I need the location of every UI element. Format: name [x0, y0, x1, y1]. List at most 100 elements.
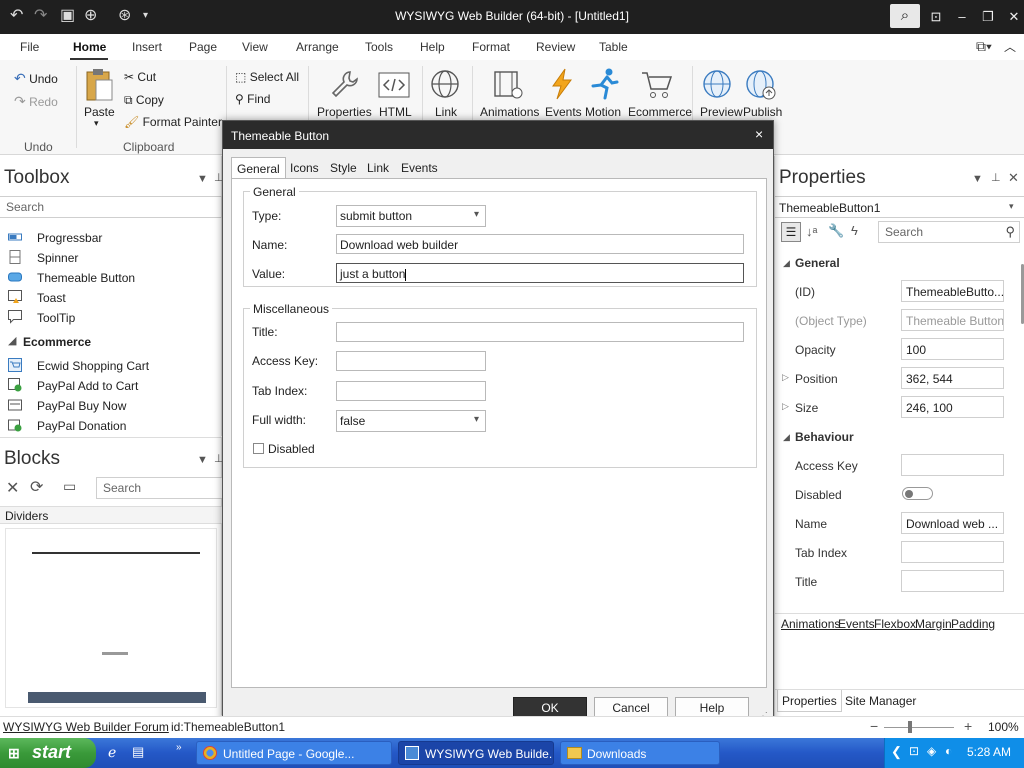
delete-icon[interactable]: ✕: [6, 478, 19, 498]
properties-button[interactable]: Properties: [316, 68, 372, 128]
value-input[interactable]: just a button: [336, 263, 744, 283]
link-button[interactable]: Link: [428, 68, 464, 128]
prop-value-opacity[interactable]: 100: [901, 338, 1004, 360]
wrench-small-icon[interactable]: 🔧: [828, 223, 844, 239]
dialog-tab-icons[interactable]: Icons: [290, 161, 319, 175]
html-button[interactable]: HTML: [376, 68, 412, 128]
full-width-select[interactable]: false: [336, 410, 486, 432]
ie-icon[interactable]: ℯ: [108, 744, 116, 761]
properties-search-input[interactable]: Search ⚲: [878, 221, 1020, 243]
search-icon[interactable]: ⌕: [890, 4, 920, 28]
redo-button[interactable]: ↷ Redo: [14, 93, 58, 110]
blocks-search-input[interactable]: Search: [96, 477, 222, 499]
toolbox-menu-icon[interactable]: ▼: [197, 173, 208, 185]
dialog-tab-style[interactable]: Style: [330, 161, 357, 175]
type-select[interactable]: submit button: [336, 205, 486, 227]
disabled-checkbox-label[interactable]: Disabled: [268, 442, 315, 456]
block-preview[interactable]: [5, 528, 217, 708]
blocks-category-dividers[interactable]: Dividers: [5, 509, 48, 523]
collapse-behaviour-icon[interactable]: ◢: [783, 432, 790, 443]
paste-button[interactable]: Paste ▾: [82, 68, 116, 132]
task-chrome[interactable]: Untitled Page - Google...: [196, 741, 392, 765]
dialog-close-icon[interactable]: ×: [755, 126, 763, 142]
zoom-slider[interactable]: [884, 727, 954, 728]
menu-home[interactable]: Home: [73, 40, 106, 54]
prop-value-access-key[interactable]: [901, 454, 1004, 476]
menu-format[interactable]: Format: [472, 40, 510, 54]
find-button[interactable]: ⚲ Find: [235, 92, 270, 106]
zoom-out-icon[interactable]: −: [870, 718, 878, 734]
link-flexbox[interactable]: Flexbox: [874, 617, 916, 631]
properties-menu-icon[interactable]: ▼: [972, 173, 983, 185]
menu-arrange[interactable]: Arrange: [296, 40, 339, 54]
animations-button[interactable]: Animations: [478, 68, 540, 128]
link-events[interactable]: Events: [838, 617, 875, 631]
menu-help[interactable]: Help: [420, 40, 445, 54]
prop-value-tab-index[interactable]: [901, 541, 1004, 563]
collapse-general-icon[interactable]: ◢: [783, 258, 790, 269]
tray-back-icon[interactable]: ❮: [891, 744, 902, 760]
zoom-in-icon[interactable]: +: [964, 718, 972, 734]
minimize-button[interactable]: –: [948, 6, 976, 28]
forum-link[interactable]: WYSIWYG Web Builder Forum: [3, 720, 169, 734]
events-button[interactable]: Events: [543, 68, 582, 128]
menu-page[interactable]: Page: [189, 40, 217, 54]
categorized-icon[interactable]: ☰: [781, 222, 801, 242]
tab-site-manager[interactable]: Site Manager: [845, 694, 916, 708]
task-wysiwyg[interactable]: WYSIWYG Web Builde...: [398, 741, 554, 765]
menu-file[interactable]: File: [20, 40, 39, 54]
link-animations[interactable]: Animations: [781, 617, 840, 631]
select-all-button[interactable]: ⬚ Select All: [235, 70, 299, 84]
dialog-tab-events[interactable]: Events: [401, 161, 438, 175]
start-button[interactable]: ⊞ start: [0, 738, 96, 768]
tray-volume-icon[interactable]: ◐: [945, 744, 952, 758]
general-section[interactable]: General: [795, 256, 840, 270]
dialog-tab-general[interactable]: General: [231, 157, 286, 179]
tray-app-icon[interactable]: ◈: [927, 744, 936, 758]
menu-table[interactable]: Table: [599, 40, 628, 54]
tab-index-input[interactable]: [336, 381, 486, 401]
toolbox-category-ecommerce[interactable]: Ecommerce: [23, 335, 91, 349]
restore-button[interactable]: ❐: [974, 6, 1002, 28]
quicklaunch-more-icon[interactable]: »: [176, 742, 182, 753]
properties-close-icon[interactable]: ✕: [1008, 170, 1019, 186]
folder-icon[interactable]: ▭: [63, 478, 76, 495]
prop-value-name[interactable]: Download web ...: [901, 512, 1004, 534]
copy-button[interactable]: ⧉ Copy: [124, 93, 164, 108]
refresh-icon[interactable]: ⟳: [30, 477, 43, 497]
ribbon-display-icon[interactable]: ⊡: [922, 6, 950, 28]
menu-insert[interactable]: Insert: [132, 40, 162, 54]
close-button[interactable]: ✕: [1000, 6, 1024, 28]
link-padding[interactable]: Padding: [951, 617, 995, 631]
prop-value-position[interactable]: 362, 544: [901, 367, 1004, 389]
toolbox-search-input[interactable]: Search: [0, 196, 222, 218]
menu-review[interactable]: Review: [536, 40, 575, 54]
dialog-tab-link[interactable]: Link: [367, 161, 389, 175]
properties-pin-icon[interactable]: ⊥: [991, 171, 1001, 184]
format-painter-button[interactable]: 🖌 Format Painter: [124, 115, 222, 129]
preview-button[interactable]: Preview: [698, 68, 743, 128]
motion-button[interactable]: Motion: [584, 68, 626, 128]
prop-value-id[interactable]: ThemeableButto...: [901, 280, 1004, 302]
disabled-checkbox[interactable]: [253, 443, 264, 454]
title-input[interactable]: [336, 322, 744, 342]
sort-az-icon[interactable]: ↓ᵃ: [806, 224, 817, 239]
tab-properties[interactable]: Properties: [777, 690, 842, 712]
task-downloads[interactable]: Downloads: [560, 741, 720, 765]
dialog-title-bar[interactable]: Themeable Button ×: [223, 121, 773, 149]
access-key-input[interactable]: [336, 351, 486, 371]
prop-value-size[interactable]: 246, 100: [901, 396, 1004, 418]
ecommerce-button[interactable]: Ecommerce: [627, 68, 692, 128]
expand-size-icon[interactable]: ▷: [782, 401, 789, 412]
tray-network-icon[interactable]: ⊡: [909, 744, 919, 758]
zoom-slider-thumb[interactable]: [908, 721, 912, 733]
category-collapse-icon[interactable]: ◢: [8, 334, 16, 347]
name-input[interactable]: Download web builder: [336, 234, 744, 254]
show-desktop-icon[interactable]: ▤: [132, 744, 144, 760]
expand-position-icon[interactable]: ▷: [782, 372, 789, 383]
object-selector[interactable]: ThemeableButton1 ▾: [775, 196, 1024, 218]
behaviour-section[interactable]: Behaviour: [795, 430, 854, 444]
cut-button[interactable]: ✂ Cut: [124, 70, 156, 84]
undo-button[interactable]: ↶ Undo: [14, 70, 58, 87]
link-margin[interactable]: Margin: [915, 617, 952, 631]
